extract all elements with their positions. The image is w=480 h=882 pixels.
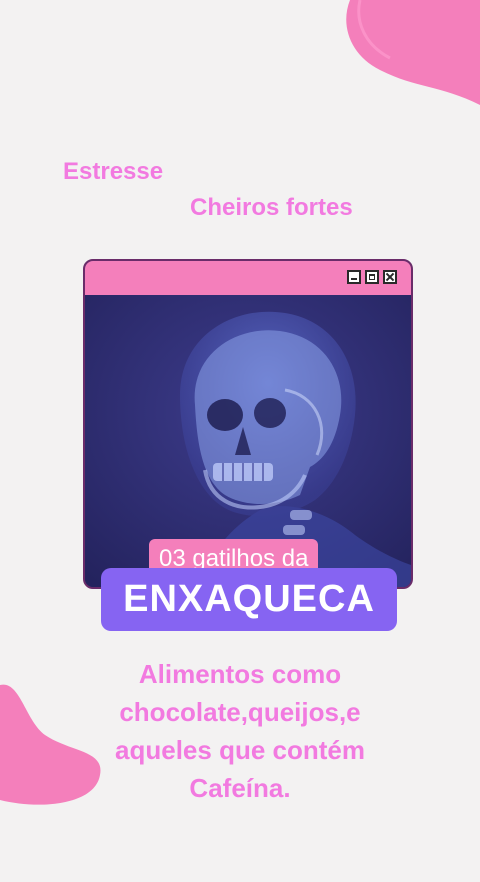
window-controls (347, 270, 397, 284)
window-titlebar (85, 261, 411, 297)
minimize-icon[interactable] (347, 270, 361, 284)
decorative-blob-top-right (346, 0, 480, 105)
card-headline: ENXAQUECA (101, 568, 397, 631)
close-icon[interactable] (383, 270, 397, 284)
trigger-foods-text: Alimentos como chocolate,queijos,e aquel… (115, 659, 365, 803)
trigger-strong-smells: Cheiros fortes (190, 194, 353, 221)
maximize-icon[interactable] (365, 270, 379, 284)
trigger-stress: Estresse (63, 158, 164, 185)
